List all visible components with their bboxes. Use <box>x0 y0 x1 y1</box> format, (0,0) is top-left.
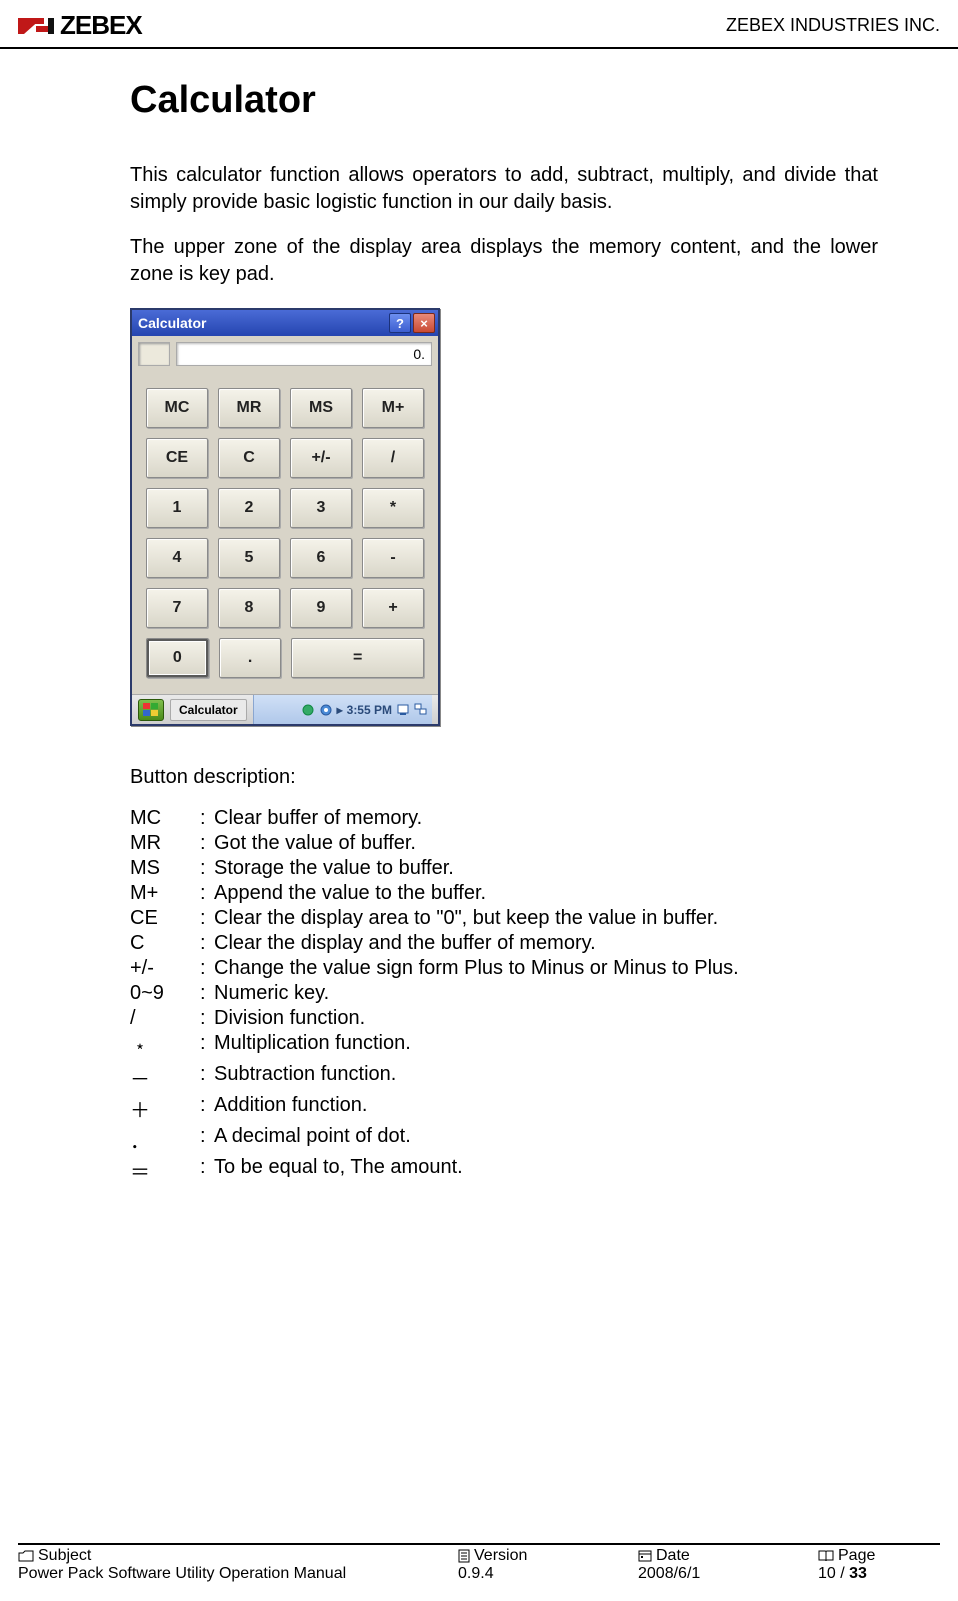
memory-indicator <box>138 342 170 366</box>
key-mplus[interactable]: M+ <box>362 388 424 428</box>
key-divide[interactable]: / <box>362 438 424 478</box>
footer-date-value: 2008/6/1 <box>638 1565 818 1583</box>
start-button[interactable] <box>138 699 164 721</box>
tray-desktop-icon[interactable] <box>396 703 410 717</box>
description-heading: Button description: <box>130 766 878 789</box>
key-c[interactable]: C <box>218 438 280 478</box>
key-0[interactable]: 0 <box>146 638 209 678</box>
page-title: Calculator <box>130 79 878 122</box>
calculator-window: Calculator ? × 0. MC MR MS M+ CE C +/- <box>130 308 440 726</box>
taskbar-clock: 3:55 PM <box>347 703 392 717</box>
page-content: Calculator This calculator function allo… <box>0 49 958 1185</box>
calendar-icon <box>638 1550 652 1562</box>
keypad: MC MR MS M+ CE C +/- / 1 2 3 * <box>138 384 432 688</box>
close-button[interactable]: × <box>413 313 435 333</box>
footer-subject-label: Subject <box>18 1547 458 1565</box>
logo-mark-icon <box>18 14 54 38</box>
tray-windows-icon[interactable] <box>414 703 428 717</box>
footer-subject-value: Power Pack Software Utility Operation Ma… <box>18 1565 458 1583</box>
key-dot[interactable]: . <box>219 638 282 678</box>
key-ce[interactable]: CE <box>146 438 208 478</box>
windows-flag-icon <box>143 703 159 717</box>
calculator-body: 0. MC MR MS M+ CE C +/- / 1 2 3 <box>132 336 438 694</box>
key-multiply[interactable]: * <box>362 488 424 528</box>
key-3[interactable]: 3 <box>290 488 352 528</box>
desc-row: MR:Got the value of buffer. <box>130 832 878 855</box>
intro-paragraph-1: This calculator function allows operator… <box>130 162 878 216</box>
system-tray: ▸ 3:55 PM <box>253 695 432 724</box>
footer-date-label: Date <box>638 1547 818 1565</box>
key-1[interactable]: 1 <box>146 488 208 528</box>
key-equals[interactable]: = <box>291 638 424 678</box>
desc-row: 0~9:Numeric key. <box>130 982 878 1005</box>
desc-row: ＝:To be equal to, The amount. <box>130 1156 878 1185</box>
logo-text: ZEBEX <box>60 10 142 41</box>
key-2[interactable]: 2 <box>218 488 280 528</box>
footer-page-label: Page <box>818 1547 938 1565</box>
desc-row: MC:Clear buffer of memory. <box>130 807 878 830</box>
desc-row: MS:Storage the value to buffer. <box>130 857 878 880</box>
intro-paragraph-2: The upper zone of the display area displ… <box>130 234 878 288</box>
company-name: ZEBEX INDUSTRIES INC. <box>726 15 940 36</box>
key-plus[interactable]: + <box>362 588 424 628</box>
desc-row: ．:A decimal point of dot. <box>130 1125 878 1154</box>
key-7[interactable]: 7 <box>146 588 208 628</box>
desc-row: M+:Append the value to the buffer. <box>130 882 878 905</box>
key-plusminus[interactable]: +/- <box>290 438 352 478</box>
tray-volume-icon[interactable] <box>319 703 333 717</box>
taskbar-app[interactable]: Calculator <box>170 699 247 721</box>
key-mr[interactable]: MR <box>218 388 280 428</box>
key-6[interactable]: 6 <box>290 538 352 578</box>
key-ms[interactable]: MS <box>290 388 352 428</box>
key-8[interactable]: 8 <box>218 588 280 628</box>
desc-row: /:Division function. <box>130 1007 878 1030</box>
tray-network-icon[interactable] <box>301 703 315 717</box>
desc-row: CE:Clear the display area to "0", but ke… <box>130 907 878 930</box>
key-4[interactable]: 4 <box>146 538 208 578</box>
key-5[interactable]: 5 <box>218 538 280 578</box>
footer-version-label: Version <box>458 1547 638 1565</box>
desc-row: －:Subtraction function. <box>130 1063 878 1092</box>
logo: ZEBEX <box>18 10 142 41</box>
calculator-display: 0. <box>176 342 432 366</box>
footer-page-value: 10 / 33 <box>818 1565 938 1583</box>
page-header: ZEBEX ZEBEX INDUSTRIES INC. <box>0 0 958 49</box>
desc-row: ﹡:Multiplication function. <box>130 1032 878 1061</box>
tray-separator: ▸ <box>337 703 343 717</box>
footer-version-value: 0.9.4 <box>458 1565 638 1583</box>
display-row: 0. <box>138 342 432 366</box>
taskbar: Calculator ▸ 3:55 PM <box>132 694 438 724</box>
window-title: Calculator <box>138 315 387 331</box>
desc-row: ＋:Addition function. <box>130 1094 878 1123</box>
book-icon <box>818 1550 834 1562</box>
page-footer: Subject Version Date Page Power Pack Sof… <box>18 1543 940 1583</box>
key-mc[interactable]: MC <box>146 388 208 428</box>
key-minus[interactable]: - <box>362 538 424 578</box>
folder-icon <box>18 1550 34 1562</box>
key-9[interactable]: 9 <box>290 588 352 628</box>
desc-row: C:Clear the display and the buffer of me… <box>130 932 878 955</box>
description-list: MC:Clear buffer of memory. MR:Got the va… <box>130 807 878 1185</box>
desc-row: +/-:Change the value sign form Plus to M… <box>130 957 878 980</box>
titlebar: Calculator ? × <box>132 310 438 336</box>
help-button[interactable]: ? <box>389 313 411 333</box>
document-icon <box>458 1549 470 1563</box>
